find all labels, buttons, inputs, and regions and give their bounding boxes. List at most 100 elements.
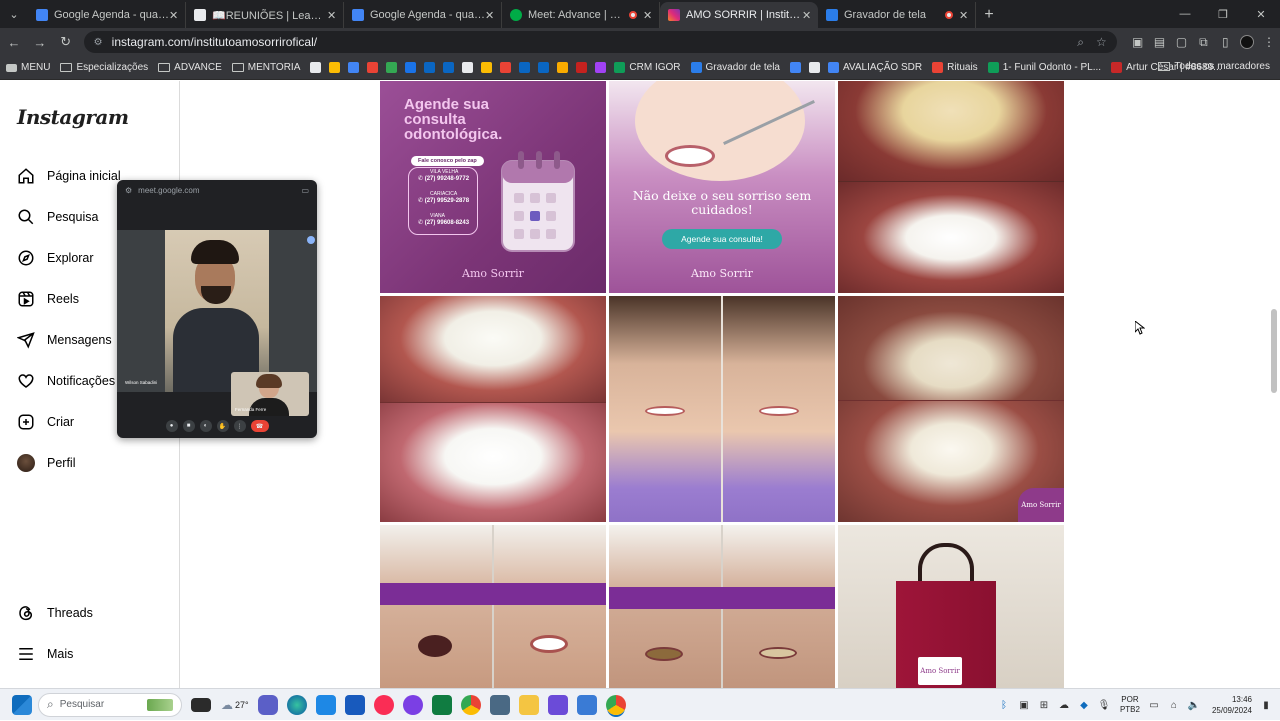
nav-create[interactable]: Criar [17, 413, 74, 431]
minimize-icon[interactable]: — [1166, 0, 1204, 28]
post-smile-care[interactable]: Não deixe o seu sorriso sem cuidados! Ag… [609, 81, 835, 293]
tray-app-icon[interactable]: ⊞ [1038, 699, 1050, 711]
all-bookmarks[interactable]: Todos os marcadores [1158, 61, 1270, 72]
close-icon[interactable]: ✕ [327, 9, 337, 22]
extension-icon[interactable]: ▣ [1127, 31, 1149, 53]
nav-threads[interactable]: Threads [17, 604, 93, 622]
task-view-icon[interactable] [191, 697, 211, 712]
back-to-tab-icon[interactable]: ▭ [301, 186, 309, 195]
chrome-active-icon[interactable] [605, 694, 626, 715]
nav-reels[interactable]: Reels [17, 290, 79, 308]
bookmark-folder[interactable]: Especializações [60, 62, 148, 73]
close-icon[interactable]: ✕ [643, 9, 653, 22]
app-icon[interactable] [402, 694, 423, 715]
word-icon[interactable] [344, 694, 365, 715]
link-icon[interactable] [500, 62, 512, 73]
bookmark-rituais[interactable]: Rituais [932, 62, 978, 73]
bookmark-icon[interactable] [310, 62, 322, 73]
tab-3[interactable]: Meet: Advance | Wilson Sal ✕ [502, 2, 660, 28]
link-icon[interactable] [424, 62, 436, 73]
forward-icon[interactable]: → [28, 30, 52, 54]
page-scrollbar[interactable] [1270, 81, 1278, 688]
close-icon[interactable]: ✕ [959, 9, 969, 22]
drive-icon[interactable] [386, 62, 398, 73]
profile-avatar[interactable] [1236, 31, 1258, 53]
notes-icon[interactable] [576, 694, 597, 715]
sidepanel-icon[interactable]: ▯ [1214, 31, 1236, 53]
restore-icon[interactable]: ❐ [1204, 0, 1242, 28]
microphone-icon[interactable]: 🎙 [1098, 699, 1111, 711]
link-icon[interactable] [481, 62, 493, 73]
link-icon[interactable] [405, 62, 417, 73]
address-bar[interactable]: ⚙ instagram.com/institutoamosorrirofical… [83, 31, 1117, 53]
gmail-icon[interactable] [367, 62, 379, 73]
clock[interactable]: 13:46 25/09/2024 [1212, 694, 1252, 716]
display-icon[interactable]: ▭ [1148, 699, 1160, 711]
tune-icon[interactable]: ⚙ [125, 186, 132, 195]
weather-widget[interactable]: ☁ 27° [221, 698, 249, 712]
bookmark-menu[interactable]: MENU [6, 62, 50, 73]
linkedin-icon[interactable] [519, 62, 531, 73]
close-icon[interactable]: ✕ [802, 9, 812, 22]
nav-notifications[interactable]: Notificações [17, 372, 115, 390]
tab-1[interactable]: 📖REUNIÕES | Leads & Oportu ✕ [186, 2, 344, 28]
linkedin-icon[interactable] [443, 62, 455, 73]
mic-icon[interactable]: ● [165, 420, 178, 432]
bookmark-folder[interactable]: MENTORIA [231, 62, 300, 73]
post-veneers-comparison[interactable] [380, 296, 606, 522]
post-before-after-teeth[interactable] [838, 81, 1064, 293]
bookmark-gravador[interactable]: Gravador de tela [690, 62, 780, 73]
site-info-icon[interactable]: ⚙ [94, 36, 106, 48]
tab-0[interactable]: Google Agenda - quarta-feira, ✕ [28, 2, 186, 28]
post-patient-smile[interactable] [609, 296, 835, 522]
windows-start-icon[interactable] [12, 694, 32, 715]
bookmark-funil[interactable]: 1- Funil Odonto - PL... [987, 62, 1101, 73]
close-icon[interactable]: ✕ [169, 9, 179, 22]
nav-search[interactable]: Pesquisa [17, 208, 98, 226]
teams-icon[interactable] [257, 694, 278, 715]
bookmark-crm-igor[interactable]: CRM IGOR [614, 62, 681, 73]
post-smile-closeup[interactable]: Amo Sorrir [838, 296, 1064, 522]
reload-icon[interactable]: ↻ [54, 30, 78, 54]
excel-icon[interactable] [431, 694, 452, 715]
post-gift-bag[interactable]: Amo Sorrir [838, 525, 1064, 688]
nav-messages[interactable]: Mensagens [17, 331, 112, 349]
post-senior-smile-comparison[interactable] [609, 525, 835, 688]
drive-icon[interactable] [329, 62, 341, 73]
bookmark-avaliacao[interactable]: AVALIAÇÃO SDR [828, 62, 922, 73]
captions-icon[interactable]: ◐ [199, 420, 212, 432]
language-indicator[interactable]: POR PTB2 [1120, 695, 1140, 715]
close-window-icon[interactable]: ✕ [1242, 0, 1280, 28]
instagram-logo[interactable]: Instagram [17, 105, 129, 129]
calculator-icon[interactable] [489, 694, 510, 715]
tab-search-icon[interactable]: ⌄ [0, 0, 28, 28]
store-icon[interactable] [315, 694, 336, 715]
link-icon[interactable] [809, 62, 820, 73]
link-icon[interactable] [595, 62, 607, 73]
post-appointment-flyer[interactable]: Agende sua consulta odontológica. Fale c… [380, 81, 606, 293]
bluetooth-icon[interactable]: ᛒ [998, 699, 1010, 711]
tray-app-icon[interactable]: ◆ [1078, 699, 1090, 711]
end-call-button[interactable]: ☎ [250, 420, 269, 432]
tray-app-icon[interactable]: ▣ [1018, 699, 1030, 711]
docs-icon[interactable] [348, 62, 360, 73]
link-icon[interactable] [790, 62, 801, 73]
bookmark-folder[interactable]: ADVANCE [158, 62, 222, 73]
notification-icon[interactable]: ▮ [1260, 699, 1272, 711]
link-icon[interactable] [462, 62, 474, 73]
post-senior-before-after[interactable] [380, 525, 606, 688]
taskbar-search[interactable]: ⌕ Pesquisar [38, 692, 182, 717]
chart-icon[interactable] [557, 62, 569, 73]
meet-picture-in-picture[interactable]: ⚙ meet.google.com ▭ Wilson Sabadini Fern… [117, 180, 317, 438]
scrollbar-thumb[interactable] [1271, 309, 1277, 393]
extensions-puzzle-icon[interactable]: ⧉ [1192, 31, 1214, 53]
file-explorer-icon[interactable] [518, 694, 539, 715]
tab-2[interactable]: Google Agenda - quarta-feira, ✕ [344, 2, 502, 28]
back-icon[interactable]: ← [2, 30, 26, 54]
new-tab-button[interactable]: + [976, 2, 1002, 28]
nav-home[interactable]: Página inicial [17, 167, 121, 185]
network-icon[interactable]: ⌂ [1168, 699, 1180, 711]
zoom-icon[interactable]: ⌕ [1077, 35, 1084, 50]
linkedin-icon[interactable] [538, 62, 550, 73]
app-icon[interactable] [547, 694, 568, 715]
